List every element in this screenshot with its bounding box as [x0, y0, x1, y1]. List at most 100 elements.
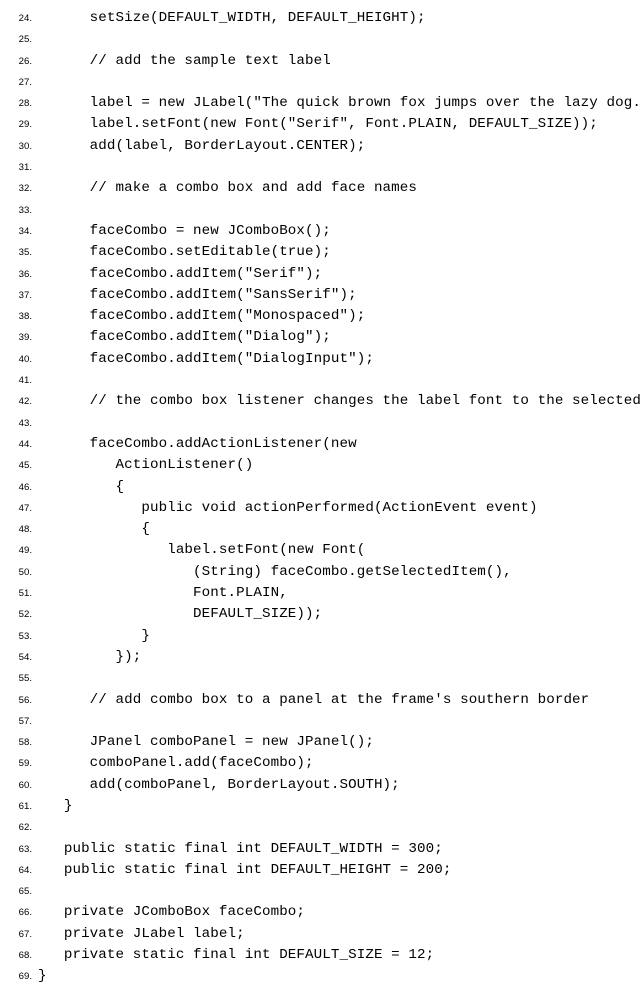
code-line: 65.: [0, 881, 640, 902]
code-line: 28. label = new JLabel("The quick brown …: [0, 93, 640, 114]
code-line: 40. faceCombo.addItem("DialogInput");: [0, 349, 640, 370]
code-text: faceCombo.addItem("Serif");: [38, 264, 640, 285]
code-line: 53. }: [0, 626, 640, 647]
line-number: 27.: [0, 72, 38, 93]
code-line: 38. faceCombo.addItem("Monospaced");: [0, 306, 640, 327]
code-line: 56. // add combo box to a panel at the f…: [0, 690, 640, 711]
line-number: 66.: [0, 902, 38, 923]
line-number: 61.: [0, 796, 38, 817]
code-line: 50. (String) faceCombo.getSelectedItem()…: [0, 562, 640, 583]
line-number: 55.: [0, 668, 38, 689]
code-text: }: [38, 966, 640, 987]
code-text: DEFAULT_SIZE));: [38, 604, 640, 625]
code-text: // add the sample text label: [38, 51, 640, 72]
code-line: 42. // the combo box listener changes th…: [0, 391, 640, 412]
code-text: Font.PLAIN,: [38, 583, 640, 604]
line-number: 26.: [0, 51, 38, 72]
code-text: faceCombo.addItem("Monospaced");: [38, 306, 640, 327]
code-text: label = new JLabel("The quick brown fox …: [38, 93, 640, 114]
code-line: 67. private JLabel label;: [0, 924, 640, 945]
line-number: 24.: [0, 8, 38, 29]
line-number: 36.: [0, 264, 38, 285]
code-line: 35. faceCombo.setEditable(true);: [0, 242, 640, 263]
code-text: faceCombo.addItem("DialogInput");: [38, 349, 640, 370]
line-number: 67.: [0, 924, 38, 945]
line-number: 62.: [0, 817, 38, 838]
line-number: 43.: [0, 413, 38, 434]
line-number: 57.: [0, 711, 38, 732]
line-number: 39.: [0, 327, 38, 348]
code-line: 64. public static final int DEFAULT_HEIG…: [0, 860, 640, 881]
code-line: 58. JPanel comboPanel = new JPanel();: [0, 732, 640, 753]
code-line: 27.: [0, 72, 640, 93]
code-text: faceCombo.setEditable(true);: [38, 242, 640, 263]
line-number: 33.: [0, 200, 38, 221]
code-text: setSize(DEFAULT_WIDTH, DEFAULT_HEIGHT);: [38, 8, 640, 29]
code-line: 34. faceCombo = new JComboBox();: [0, 221, 640, 242]
line-number: 48.: [0, 519, 38, 540]
code-text: add(label, BorderLayout.CENTER);: [38, 136, 640, 157]
code-line: 43.: [0, 413, 640, 434]
code-text: faceCombo = new JComboBox();: [38, 221, 640, 242]
line-number: 50.: [0, 562, 38, 583]
code-text: (String) faceCombo.getSelectedItem(),: [38, 562, 640, 583]
line-number: 46.: [0, 477, 38, 498]
code-text: // the combo box listener changes the la…: [38, 391, 640, 412]
code-line: 32. // make a combo box and add face nam…: [0, 178, 640, 199]
code-line: 57.: [0, 711, 640, 732]
code-line: 31.: [0, 157, 640, 178]
code-line: 30. add(label, BorderLayout.CENTER);: [0, 136, 640, 157]
line-number: 45.: [0, 455, 38, 476]
code-text: faceCombo.addActionListener(new: [38, 434, 640, 455]
line-number: 59.: [0, 753, 38, 774]
code-text: public static final int DEFAULT_WIDTH = …: [38, 839, 640, 860]
code-line: 51. Font.PLAIN,: [0, 583, 640, 604]
code-line: 39. faceCombo.addItem("Dialog");: [0, 327, 640, 348]
code-line: 68. private static final int DEFAULT_SIZ…: [0, 945, 640, 966]
code-line: 61. }: [0, 796, 640, 817]
code-line: 29. label.setFont(new Font("Serif", Font…: [0, 114, 640, 135]
code-line: 36. faceCombo.addItem("Serif");: [0, 264, 640, 285]
line-number: 34.: [0, 221, 38, 242]
line-number: 52.: [0, 604, 38, 625]
line-number: 42.: [0, 391, 38, 412]
line-number: 28.: [0, 93, 38, 114]
code-listing: 24. setSize(DEFAULT_WIDTH, DEFAULT_HEIGH…: [0, 8, 640, 988]
code-text: JPanel comboPanel = new JPanel();: [38, 732, 640, 753]
line-number: 53.: [0, 626, 38, 647]
line-number: 44.: [0, 434, 38, 455]
line-number: 68.: [0, 945, 38, 966]
line-number: 65.: [0, 881, 38, 902]
code-text: // add combo box to a panel at the frame…: [38, 690, 640, 711]
code-line: 25.: [0, 29, 640, 50]
code-line: 60. add(comboPanel, BorderLayout.SOUTH);: [0, 775, 640, 796]
code-text: {: [38, 519, 640, 540]
code-line: 44. faceCombo.addActionListener(new: [0, 434, 640, 455]
line-number: 30.: [0, 136, 38, 157]
code-text: private JLabel label;: [38, 924, 640, 945]
code-text: label.setFont(new Font(: [38, 540, 640, 561]
code-line: 69.}: [0, 966, 640, 987]
code-line: 33.: [0, 200, 640, 221]
code-text: private static final int DEFAULT_SIZE = …: [38, 945, 640, 966]
code-line: 46. {: [0, 477, 640, 498]
code-line: 26. // add the sample text label: [0, 51, 640, 72]
line-number: 25.: [0, 29, 38, 50]
code-text: public static final int DEFAULT_HEIGHT =…: [38, 860, 640, 881]
code-text: // make a combo box and add face names: [38, 178, 640, 199]
code-line: 24. setSize(DEFAULT_WIDTH, DEFAULT_HEIGH…: [0, 8, 640, 29]
code-text: }: [38, 626, 640, 647]
code-text: ActionListener(): [38, 455, 640, 476]
code-text: label.setFont(new Font("Serif", Font.PLA…: [38, 114, 640, 135]
code-text: faceCombo.addItem("Dialog");: [38, 327, 640, 348]
code-line: 66. private JComboBox faceCombo;: [0, 902, 640, 923]
code-line: 55.: [0, 668, 640, 689]
code-line: 63. public static final int DEFAULT_WIDT…: [0, 839, 640, 860]
line-number: 63.: [0, 839, 38, 860]
code-line: 52. DEFAULT_SIZE));: [0, 604, 640, 625]
line-number: 41.: [0, 370, 38, 391]
line-number: 37.: [0, 285, 38, 306]
line-number: 35.: [0, 242, 38, 263]
code-line: 47. public void actionPerformed(ActionEv…: [0, 498, 640, 519]
code-line: 48. {: [0, 519, 640, 540]
